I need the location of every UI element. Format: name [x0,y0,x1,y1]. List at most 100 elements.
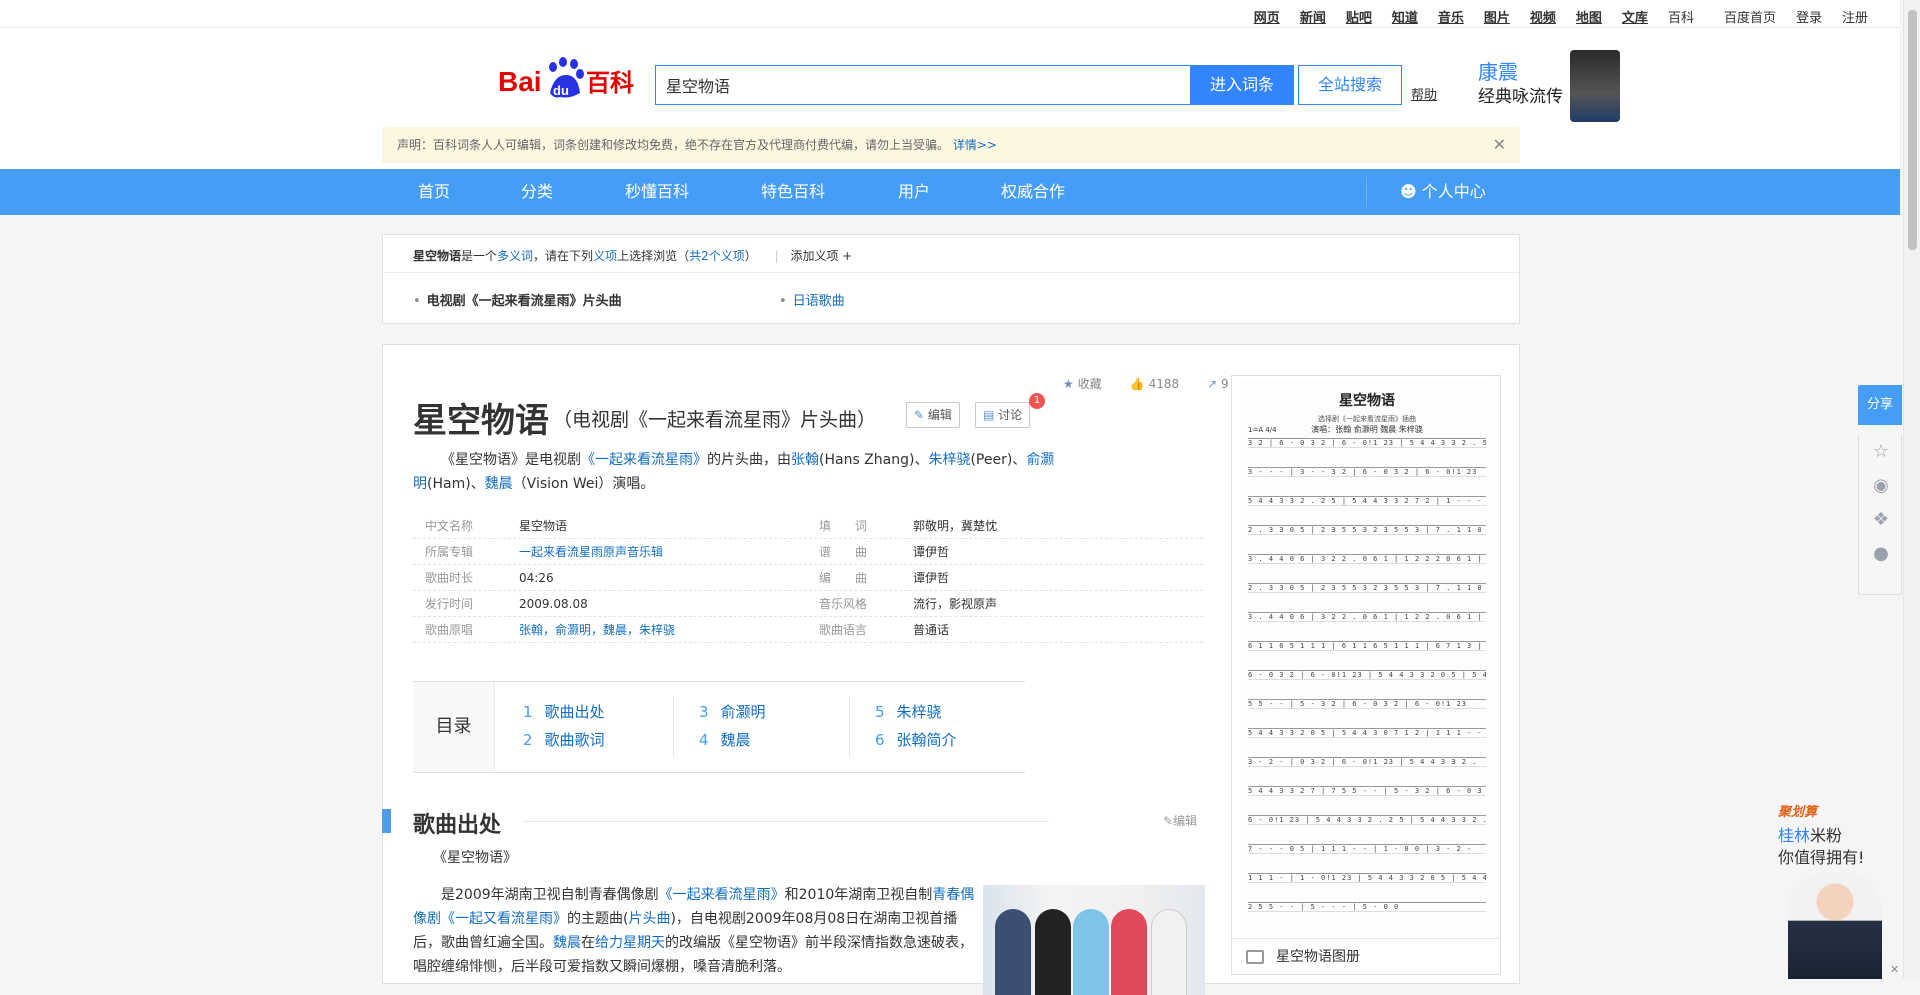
summary-link[interactable]: 《一起来看流星雨》 [581,452,707,468]
polysemy-text: 上选择浏览（ [617,249,690,263]
summary-text: 的片头曲，由 [707,452,791,468]
paragraph-text: 和2010年湖南卫视自制 [784,887,933,903]
sense-link[interactable]: 义项 [593,249,617,263]
toc-link[interactable]: 张翰简介 [897,731,957,749]
help-link[interactable]: 帮助 [1411,84,1437,103]
paragraph-link[interactable]: 给力星期天 [595,935,665,951]
qq-icon[interactable]: ● [1859,537,1903,571]
bottom-right-ad[interactable]: 聚划算 桂林米粉 你值得拥有! ✕ [1772,797,1902,979]
toc-number: 1 [523,703,533,721]
star-icon[interactable]: ☆ [1859,435,1903,469]
photo-person [1035,909,1071,995]
sheet-staff-line: 6 - 0!1 23 | 5 4 4 3 3 2 . 2 5 | 5 4 4 3… [1248,815,1486,825]
top-link-wenku[interactable]: 文库 [1622,7,1648,26]
edit-button[interactable]: ✎ 编辑 [906,402,960,428]
toc-item[interactable]: 4 魏晨 [699,726,766,754]
bullet-icon: • [779,294,787,309]
nav-personal-center[interactable]: ☻ 个人中心 [1400,169,1486,215]
sheet-staff-line: 6 1 1 6 5 1 1 1 | 6 1 1 6 5 1 1 1 | 6 7 … [1248,641,1486,651]
info-value: 流行，影视原声 [913,597,998,611]
top-link-images[interactable]: 图片 [1484,7,1510,26]
plus-icon: + [842,249,853,263]
toc-link[interactable]: 魏晨 [721,731,751,749]
nav-personal-label: 个人中心 [1421,182,1486,201]
sheet-staff-line: 2 . 3 3 0 5 | 2 3 5 5 3 2 3 5 5 3 | 7 . … [1248,583,1486,593]
top-ad-banner[interactable]: 康震 经典咏流传 [1478,50,1620,122]
baidu-baike-logo[interactable]: Bai du 百科 [498,53,638,103]
info-value-link[interactable]: 张翰，俞灏明，魏晨，朱梓骁 [519,617,675,643]
svg-text:百科: 百科 [586,69,634,97]
header: Bai du 百科 进入词条 全站搜索 帮助 康震 经典咏流传 声明：百科词条人… [0,28,1900,169]
toc-item[interactable]: 1 歌曲出处 [523,698,605,726]
nav-home[interactable]: 首页 [418,169,450,215]
search-input[interactable] [655,65,1190,105]
table-of-contents: 目录 1 歌曲出处 2 歌曲歌词 3 俞灏明 4 魏晨 5 朱梓骁 6 张翰简介 [413,681,1025,773]
collect-button[interactable]: ★ 收藏 [1063,377,1114,391]
sense-count-link[interactable]: 共2个义项 [689,249,745,263]
toc-link[interactable]: 俞灏明 [721,703,766,721]
polysemy-link[interactable]: 多义词 [497,249,533,263]
toc-item[interactable]: 5 朱梓骁 [875,698,957,726]
toc-item[interactable]: 2 歌曲歌词 [523,726,605,754]
nav-miaodong[interactable]: 秒懂百科 [625,169,689,215]
ad-text: 米粉 [1810,826,1843,845]
summary-link[interactable]: 魏晨 [485,476,513,492]
like-button[interactable]: 👍 4188 [1130,377,1192,391]
page-subtitle: （电视剧《一起来看流星雨》片头曲） [553,409,877,431]
top-ad-photo [1570,50,1620,122]
toc-item[interactable]: 6 张翰简介 [875,726,957,754]
summary-link[interactable]: 张翰 [791,452,819,468]
scrollbar-thumb[interactable] [1908,10,1917,250]
enter-entry-button[interactable]: 进入词条 [1190,65,1294,105]
site-search-button[interactable]: 全站搜索 [1298,65,1402,105]
scrollbar[interactable] [1903,0,1920,979]
share-count: 9 [1221,377,1229,391]
toc-link[interactable]: 歌曲出处 [545,703,605,721]
top-link-map[interactable]: 地图 [1576,7,1602,26]
discuss-button[interactable]: ▤ 讨论 [975,402,1031,428]
top-link-web[interactable]: 网页 [1254,7,1280,26]
album-link[interactable]: 星空物语图册 [1232,938,1500,974]
share-header[interactable]: 分享 [1858,385,1902,425]
toc-link[interactable]: 朱梓骁 [897,703,942,721]
nav-users[interactable]: 用户 [898,169,930,215]
weibo-icon[interactable]: ◉ [1859,469,1903,503]
paragraph-link[interactable]: 魏晨 [553,935,581,951]
discuss-badge: 1 [1029,393,1045,409]
top-link-baidu-home[interactable]: 百度首页 [1724,7,1776,26]
close-icon[interactable]: ✕ [1890,963,1899,976]
edit-label: 编辑 [927,408,952,422]
paragraph-link[interactable]: 片头曲 [628,911,670,927]
notice-detail-link[interactable]: 详情>> [953,138,997,152]
sense-option-link[interactable]: • 日语歌曲 [779,290,845,309]
paragraph-link[interactable]: 《一起又看流星雨》 [441,911,567,927]
toc-divider [673,696,674,758]
paragraph-text: 是2009年湖南卫视自制青春偶像剧 [441,887,659,903]
top-link-news[interactable]: 新闻 [1300,7,1326,26]
toc-number: 4 [699,731,709,749]
top-link-video[interactable]: 视频 [1530,7,1556,26]
sheet-music-card[interactable]: 星空物语 选择剧《一起来看流星雨》插曲 演唱：张翰 俞灏明 魏晨 朱梓骁 1=A… [1231,375,1501,975]
wechat-icon[interactable]: ❖ [1859,503,1903,537]
close-icon[interactable]: ✕ [1493,127,1506,163]
nav-category[interactable]: 分类 [521,169,553,215]
info-key: 中文名称 [425,519,474,533]
toc-item[interactable]: 3 俞灏明 [699,698,766,726]
nav-authority[interactable]: 权威合作 [1001,169,1065,215]
top-link-music[interactable]: 音乐 [1438,7,1464,26]
toc-link[interactable]: 歌曲歌词 [545,731,605,749]
top-link-tieba[interactable]: 贴吧 [1346,7,1372,26]
album-label: 星空物语图册 [1276,949,1360,965]
top-link-login[interactable]: 登录 [1796,7,1822,26]
section-edit-button[interactable]: ✎编辑 [1163,812,1197,829]
section-edit-label: 编辑 [1173,814,1198,828]
sheet-staff-line: 5 4 4 3 3 2 0 5 | 5 4 4 3 0 7 1 2 | 1 1 … [1248,728,1486,738]
top-link-zhidao[interactable]: 知道 [1392,7,1418,26]
paragraph-link[interactable]: 《一起来看流星雨》 [659,887,785,903]
nav-featured[interactable]: 特色百科 [761,169,825,215]
top-link-register[interactable]: 注册 [1842,7,1868,26]
ad-line1: 桂林米粉 [1778,822,1842,846]
add-sense-button[interactable]: 添加义项 + [790,249,852,263]
info-value-link[interactable]: 一起来看流星雨原声音乐辑 [519,539,663,565]
summary-link[interactable]: 朱梓骁 [928,452,970,468]
